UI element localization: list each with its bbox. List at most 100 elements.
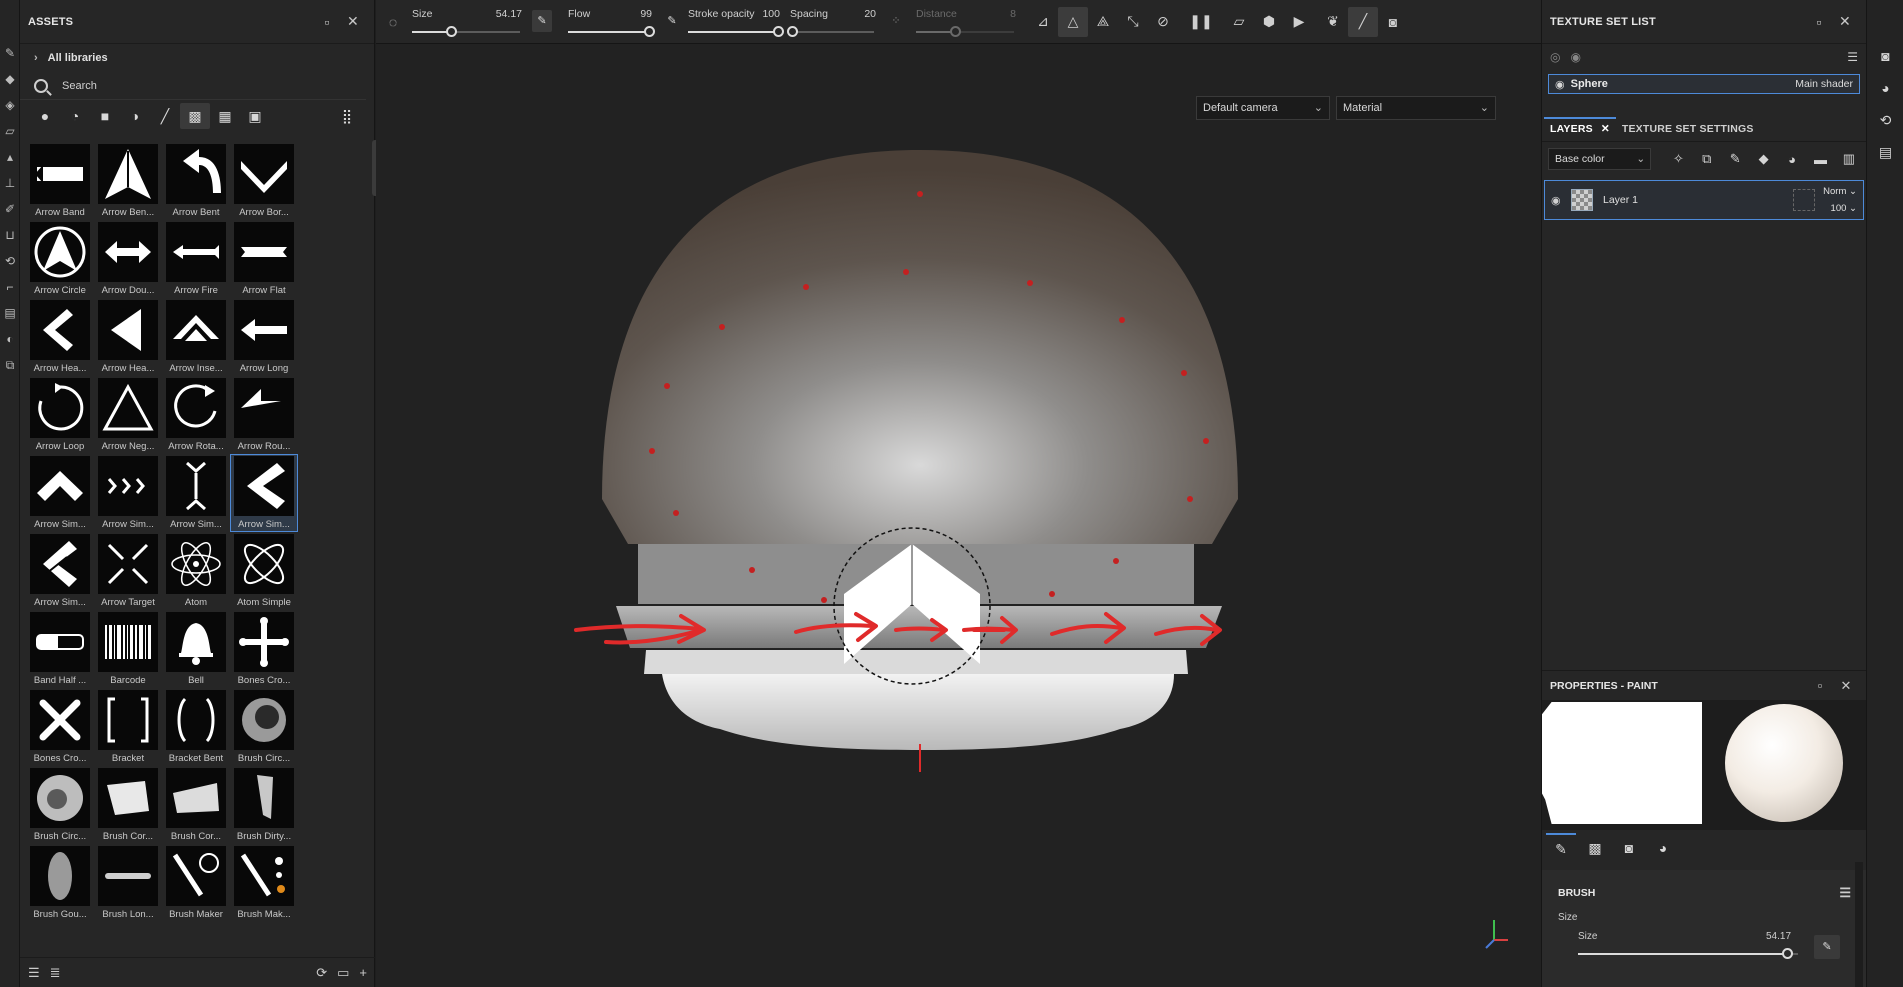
history-icon[interactable]: ⟲ xyxy=(1867,104,1903,136)
brush-size-value[interactable]: 54.17 xyxy=(1766,931,1791,942)
spacing-slider[interactable]: Spacing 20 xyxy=(786,0,882,44)
lighting-icon[interactable]: ❦ xyxy=(1318,7,1348,37)
tab-layers[interactable]: LAYERS ✕ xyxy=(1544,117,1616,141)
flow-slider[interactable]: ✎ Flow 99 xyxy=(528,0,658,44)
asset-item[interactable]: Brush Gou... xyxy=(26,844,94,922)
measure-tool-icon[interactable]: ⌐ xyxy=(0,274,20,300)
asset-item[interactable]: Arrow Sim... xyxy=(162,454,230,532)
screenshot-icon[interactable]: ◙ xyxy=(1378,7,1408,37)
asset-item[interactable]: Brush Mak... xyxy=(230,844,298,922)
asset-item[interactable]: Brush Cor... xyxy=(162,766,230,844)
eraser-tool-icon[interactable]: ◆ xyxy=(0,66,20,92)
add-icon[interactable]: + xyxy=(359,965,367,980)
close-icon[interactable]: ✕ xyxy=(1832,13,1858,30)
asset-item[interactable]: Brush Dirty... xyxy=(230,766,298,844)
3d-view-icon[interactable]: ⬢ xyxy=(1254,7,1284,37)
add-mask-icon[interactable]: ⧉ xyxy=(1696,151,1718,167)
layer-name[interactable]: Layer 1 xyxy=(1603,194,1793,206)
undock-icon[interactable]: ▫ xyxy=(314,14,340,30)
asset-item[interactable]: Arrow Bent xyxy=(162,142,230,220)
projection-tool-icon[interactable]: ◈ xyxy=(0,92,20,118)
polygon-fill-icon[interactable]: ⊔ xyxy=(0,222,20,248)
texture-filter-icon[interactable]: ▦ xyxy=(210,103,240,129)
distance-slider-knob[interactable] xyxy=(950,25,962,37)
bake-tool-icon[interactable]: ⟲ xyxy=(0,248,20,274)
asset-item[interactable]: Arrow Circle xyxy=(26,220,94,298)
asset-item[interactable]: Arrow Band xyxy=(26,142,94,220)
geometry-fill-icon[interactable]: ▱ xyxy=(0,118,20,144)
picker-tool-icon[interactable]: ✐ xyxy=(0,196,20,222)
undock-icon[interactable]: ▫ xyxy=(1807,678,1833,693)
visibility-all-icon[interactable]: ◎ xyxy=(1550,50,1560,64)
smart-material-filter-icon[interactable]: ◔ xyxy=(60,103,90,129)
asset-item[interactable]: Bones Cro... xyxy=(230,610,298,688)
stencil-tab-icon[interactable]: ◙ xyxy=(1614,833,1644,863)
spacing-slider-knob[interactable] xyxy=(786,25,798,37)
refresh-icon[interactable]: ⟳ xyxy=(316,965,327,981)
symmetry-angle-icon[interactable]: ⊿ xyxy=(1028,7,1058,37)
asset-item[interactable]: Arrow Long xyxy=(230,298,298,376)
stroke-opacity-slider-knob[interactable] xyxy=(773,25,784,37)
add-fill-layer-icon[interactable]: ◆ xyxy=(1752,151,1774,167)
3d-viewport[interactable]: Default camera ⌄ Material ⌄ xyxy=(376,44,1541,987)
asset-item[interactable]: Arrow Hea... xyxy=(26,298,94,376)
flow-pen-pressure-icon[interactable]: ✎ xyxy=(532,9,552,32)
asset-item[interactable]: Brush Maker xyxy=(162,844,230,922)
brush-size-slider[interactable]: Size 54.17 ✎ xyxy=(1558,929,1851,969)
add-paint-layer-icon[interactable]: ✎ xyxy=(1724,151,1746,167)
asset-item[interactable]: Arrow Fire xyxy=(162,220,230,298)
material-tool-icon[interactable]: ◐ xyxy=(0,326,20,352)
paint-tool-icon[interactable]: ✎ xyxy=(0,40,20,66)
asset-item[interactable]: Atom xyxy=(162,532,230,610)
symmetry-icon[interactable]: △ xyxy=(1058,6,1088,37)
layer-row[interactable]: ◉ Layer 1 Norm ⌄ 100 ⌄ xyxy=(1544,180,1864,220)
asset-item[interactable]: Arrow Target xyxy=(94,532,162,610)
asset-item[interactable]: Brush Lon... xyxy=(94,844,162,922)
tab-texture-set-settings[interactable]: TEXTURE SET SETTINGS xyxy=(1616,123,1760,141)
delete-icon[interactable]: ▥ xyxy=(1838,151,1860,167)
pen-pressure-icon[interactable]: ✎ xyxy=(1814,935,1840,959)
alpha-tab-icon[interactable]: ▩ xyxy=(1580,833,1610,863)
asset-item[interactable]: Brush Circ... xyxy=(230,688,298,766)
asset-item[interactable]: Arrow Sim... xyxy=(26,454,94,532)
brush-size-knob[interactable] xyxy=(1782,948,1793,959)
brush-filter-icon[interactable]: ╱ xyxy=(150,103,180,129)
menu-icon[interactable]: ☰ xyxy=(1839,885,1851,901)
size-slider[interactable]: Size 54.17 xyxy=(408,0,528,44)
asset-item[interactable]: Arrow Sim... xyxy=(26,532,94,610)
stack-tool-icon[interactable]: ⧉ xyxy=(0,352,20,378)
paint-mode-icon[interactable]: ╱ xyxy=(1348,6,1378,37)
asset-item[interactable]: Arrow Sim... xyxy=(230,454,298,532)
folder-icon[interactable]: ▭ xyxy=(337,965,349,981)
asset-item[interactable]: Arrow Bor... xyxy=(230,142,298,220)
libraries-selector[interactable]: › All libraries xyxy=(20,44,374,72)
generator-filter-icon[interactable]: ◑ xyxy=(120,103,150,129)
asset-item[interactable]: Arrow Sim... xyxy=(94,454,162,532)
shader-settings-icon[interactable]: ◕ xyxy=(1867,72,1903,104)
pause-icon[interactable]: ❚❚ xyxy=(1186,7,1216,37)
eye-icon[interactable]: ◉ xyxy=(1551,194,1571,207)
asset-item[interactable]: Band Half ... xyxy=(26,610,94,688)
texture-set-shader[interactable]: Main shader xyxy=(1795,78,1853,90)
layer-tool-icon[interactable]: ▤ xyxy=(0,300,20,326)
menu-icon[interactable]: ☰ xyxy=(1847,50,1858,64)
asset-item[interactable]: Bones Cro... xyxy=(26,688,94,766)
size-slider-knob[interactable] xyxy=(445,25,457,37)
camera-icon[interactable]: ▶ xyxy=(1284,7,1314,37)
asset-item[interactable]: Arrow Flat xyxy=(230,220,298,298)
asset-item[interactable]: Arrow Rou... xyxy=(230,376,298,454)
asset-item[interactable]: Arrow Ben... xyxy=(94,142,162,220)
stroke-opacity-pen-icon[interactable]: ✎ xyxy=(662,10,682,32)
mask-filter-icon[interactable]: ■ xyxy=(90,103,120,129)
asset-item[interactable]: Arrow Neg... xyxy=(94,376,162,454)
brush-shape-icon[interactable]: ◌ xyxy=(378,7,408,37)
smudge-tool-icon[interactable]: ▴ xyxy=(0,144,20,170)
distance-slider[interactable]: ⁘ Distance 8 xyxy=(882,0,1022,44)
list-view-icon[interactable]: ☰ xyxy=(28,965,40,981)
brush-tab-icon[interactable]: ✎ xyxy=(1546,833,1576,863)
asset-item[interactable]: Bracket xyxy=(94,688,162,766)
asset-item[interactable]: Arrow Loop xyxy=(26,376,94,454)
add-folder-icon[interactable]: ▬ xyxy=(1809,152,1831,167)
asset-item[interactable]: Brush Cor... xyxy=(94,766,162,844)
close-icon[interactable]: ✕ xyxy=(1601,123,1610,135)
